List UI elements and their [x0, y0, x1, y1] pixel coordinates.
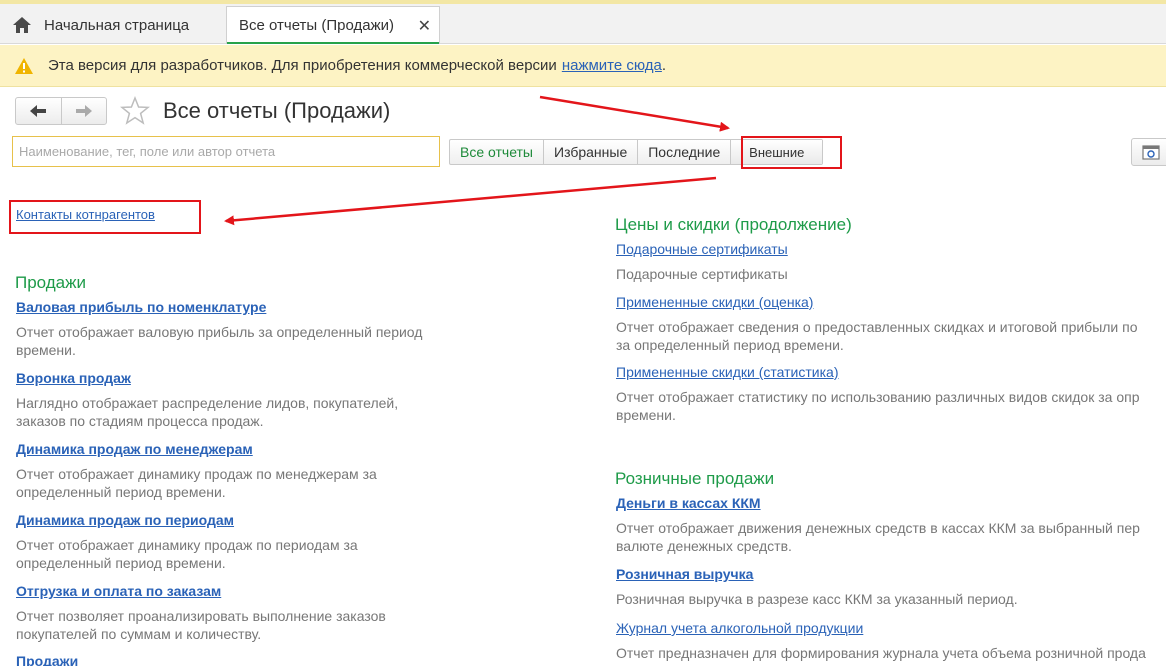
report-link[interactable]: Валовая прибыль по номенклатуре [16, 299, 266, 315]
tab-bar: Начальная страница Все отчеты (Продажи) … [0, 0, 1166, 44]
warning-tail: . [661, 57, 667, 74]
filter-all-reports[interactable]: Все отчеты [450, 140, 543, 164]
report-description: Наглядно отображает распределение лидов,… [16, 395, 399, 429]
tab-home-label: Начальная страница [44, 16, 190, 34]
report-link[interactable]: Деньги в кассах ККМ [616, 495, 761, 511]
report-description: Подарочные сертификаты [616, 266, 788, 282]
back-button[interactable] [16, 98, 61, 124]
report-link[interactable]: Примененные скидки (статистика) [616, 364, 839, 380]
filter-recent[interactable]: Последние [637, 140, 730, 164]
report-description: Розничная выручка в разрезе касс ККМ за … [616, 591, 1018, 607]
report-description: Отчет отображает движения денежных средс… [616, 520, 1140, 554]
forward-button[interactable] [60, 98, 107, 124]
arrow-left-icon [30, 105, 47, 117]
report-item: Динамика продаж по периодам Отчет отобра… [16, 512, 576, 572]
report-link[interactable]: Розничная выручка [616, 566, 753, 582]
contacts-highlight-box [9, 200, 201, 234]
annotation-arrow [539, 95, 730, 132]
section-title-retail-sales: Розничные продажи [615, 469, 775, 488]
report-link[interactable]: Динамика продаж по периодам [16, 512, 234, 528]
report-item: Примененные скидки (статистика) Отчет от… [616, 364, 1166, 424]
section-title-sales: Продажи [15, 273, 86, 292]
tab-all-reports-label: Все отчеты (Продажи) [239, 17, 395, 34]
report-description: Отчет отображает динамику продаж по пери… [16, 537, 358, 571]
report-item: Валовая прибыль по номенклатуре Отчет от… [16, 299, 576, 359]
warning-text: Эта версия для разработчиков. Для приобр… [48, 57, 557, 74]
home-icon [13, 17, 31, 33]
report-description: Отчет отображает валовую прибыль за опре… [16, 324, 423, 358]
filter-favorites[interactable]: Избранные [543, 140, 637, 164]
page-title: Все отчеты (Продажи) [163, 98, 391, 123]
warning-icon [15, 57, 33, 74]
search-input[interactable] [12, 136, 440, 167]
report-link[interactable]: Примененные скидки (оценка) [616, 294, 813, 310]
report-description: Отчет позволяет проанализировать выполне… [16, 608, 386, 642]
developer-version-warning: Эта версия для разработчиков. Для приобр… [0, 45, 1166, 87]
calendar-settings-icon [1142, 145, 1160, 160]
arrow-right-icon [75, 105, 92, 117]
section-title-prices-discounts: Цены и скидки (продолжение) [615, 215, 852, 234]
report-item: Продажи [16, 653, 576, 666]
close-icon[interactable]: ✕ [418, 16, 431, 36]
favorite-star-icon[interactable] [120, 96, 150, 126]
tab-all-reports[interactable]: Все отчеты (Продажи) ✕ [226, 6, 440, 44]
buy-commercial-link[interactable]: нажмите сюда [562, 57, 662, 74]
report-link[interactable]: Динамика продаж по менеджерам [16, 441, 253, 457]
settings-button[interactable] [1131, 138, 1166, 166]
report-description: Отчет отображает статистику по использов… [616, 389, 1140, 423]
external-highlight-box [741, 136, 842, 169]
report-link[interactable]: Журнал учета алкогольной продукции [616, 620, 863, 636]
history-nav [15, 97, 107, 125]
report-item: Деньги в кассах ККМ Отчет отображает дви… [616, 495, 1166, 555]
report-description: Отчет отображает динамику продаж по мене… [16, 466, 377, 500]
report-link[interactable]: Подарочные сертификаты [616, 241, 788, 257]
report-item: Динамика продаж по менеджерам Отчет отоб… [16, 441, 576, 501]
report-link[interactable]: Продажи [16, 653, 78, 666]
report-link[interactable]: Воронка продаж [16, 370, 131, 386]
report-item: Журнал учета алкогольной продукции Отчет… [616, 620, 1166, 662]
report-item: Розничная выручка Розничная выручка в ра… [616, 566, 1166, 608]
report-item: Примененные скидки (оценка) Отчет отобра… [616, 294, 1166, 354]
report-link[interactable]: Отгрузка и оплата по заказам [16, 583, 221, 599]
report-item: Отгрузка и оплата по заказам Отчет позво… [16, 583, 576, 643]
report-description: Отчет отображает сведения о предоставлен… [616, 319, 1138, 353]
report-description: Отчет предназначен для формирования журн… [616, 645, 1146, 661]
tab-home[interactable]: Начальная страница [0, 6, 222, 44]
report-item: Воронка продаж Наглядно отображает распр… [16, 370, 576, 430]
report-item: Подарочные сертификаты Подарочные сертиф… [616, 241, 1166, 283]
